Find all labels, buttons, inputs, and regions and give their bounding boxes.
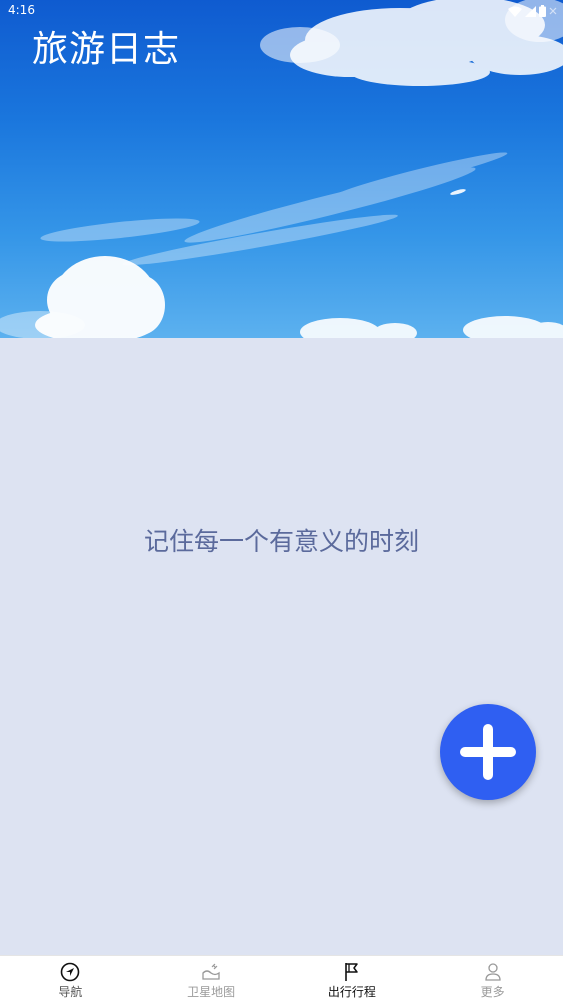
flag-icon (342, 962, 362, 982)
nav-item-navigation[interactable]: 导航 (0, 956, 141, 1002)
header-banner: 4:16 旅游日志 (0, 0, 563, 338)
status-icons (508, 4, 557, 18)
nav-label-satellite-map: 卫星地图 (187, 985, 236, 999)
nav-label-more: 更多 (480, 985, 505, 999)
nav-label-trip-itinerary: 出行行程 (327, 985, 376, 999)
wifi-icon (508, 6, 522, 17)
nav-item-trip-itinerary[interactable]: 出行行程 (282, 956, 423, 1002)
satellite-map-icon (201, 962, 221, 982)
status-time: 4:16 (8, 3, 35, 17)
signal-icon (525, 5, 536, 17)
plus-icon (460, 724, 516, 780)
navigation-arrow-icon (60, 962, 80, 982)
nav-label-navigation: 导航 (58, 985, 83, 999)
nav-item-satellite-map[interactable]: 卫星地图 (141, 956, 282, 1002)
nav-item-more[interactable]: 更多 (422, 956, 563, 1002)
empty-state-message: 记住每一个有意义的时刻 (143, 527, 419, 556)
battery-icon (539, 5, 546, 17)
page-title: 旅游日志 (32, 29, 181, 70)
add-journal-button[interactable] (440, 704, 536, 800)
notification-icon (549, 7, 557, 15)
main-content: 记住每一个有意义的时刻 (0, 338, 563, 955)
person-icon (483, 962, 503, 982)
status-bar: 4:16 (0, 0, 563, 22)
bottom-nav: 导航 卫星地图 出行行程 更多 (0, 955, 563, 1002)
